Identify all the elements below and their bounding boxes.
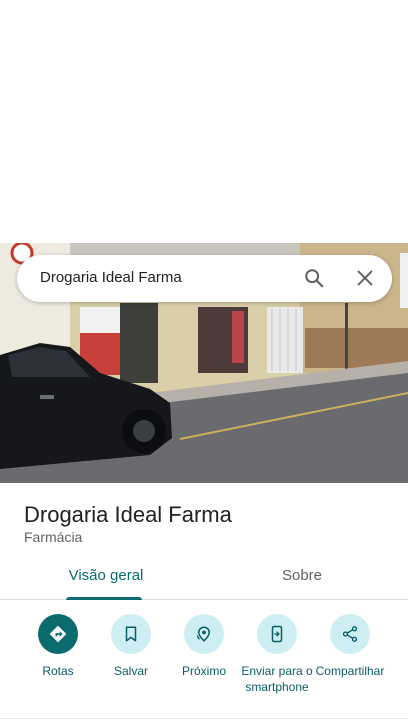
tab-overview-label: Visão geral: [68, 567, 144, 584]
place-category: Farmácia: [24, 529, 83, 545]
place-tabs: Visão geral Sobre: [0, 556, 408, 600]
place-title: Drogaria Ideal Farma: [24, 502, 232, 527]
search-bar[interactable]: Drogaria Ideal Farma: [17, 255, 392, 302]
map-blank-area: [0, 0, 408, 243]
share-button[interactable]: Compartilhar: [312, 614, 388, 679]
bookmark-icon: [111, 614, 151, 654]
nearby-label: Próximo: [181, 664, 226, 678]
nearby-icon: [184, 614, 224, 654]
share-icon: [330, 614, 370, 654]
directions-button[interactable]: Rotas: [20, 614, 96, 679]
tab-about[interactable]: Sobre: [252, 556, 352, 600]
search-icon[interactable]: [303, 267, 325, 289]
tab-about-label: Sobre: [281, 567, 323, 584]
nearby-button[interactable]: Próximo: [166, 614, 242, 679]
tab-overview[interactable]: Visão geral: [52, 556, 160, 600]
close-icon[interactable]: [354, 267, 376, 289]
save-label: Salvar: [113, 664, 148, 678]
send-to-phone-icon: [257, 614, 297, 654]
directions-label: Rotas: [42, 664, 74, 678]
send-to-phone-label: Enviar para o smartphone: [241, 664, 313, 694]
share-label: Compartilhar: [315, 664, 385, 678]
search-query[interactable]: Drogaria Ideal Farma: [40, 269, 182, 286]
action-buttons: Rotas Salvar Próximo Enviar para o smart…: [0, 600, 408, 726]
save-button[interactable]: Salvar: [93, 614, 169, 679]
divider: [0, 718, 408, 719]
directions-icon: [38, 614, 78, 654]
send-to-phone-button[interactable]: Enviar para o smartphone: [239, 614, 315, 695]
